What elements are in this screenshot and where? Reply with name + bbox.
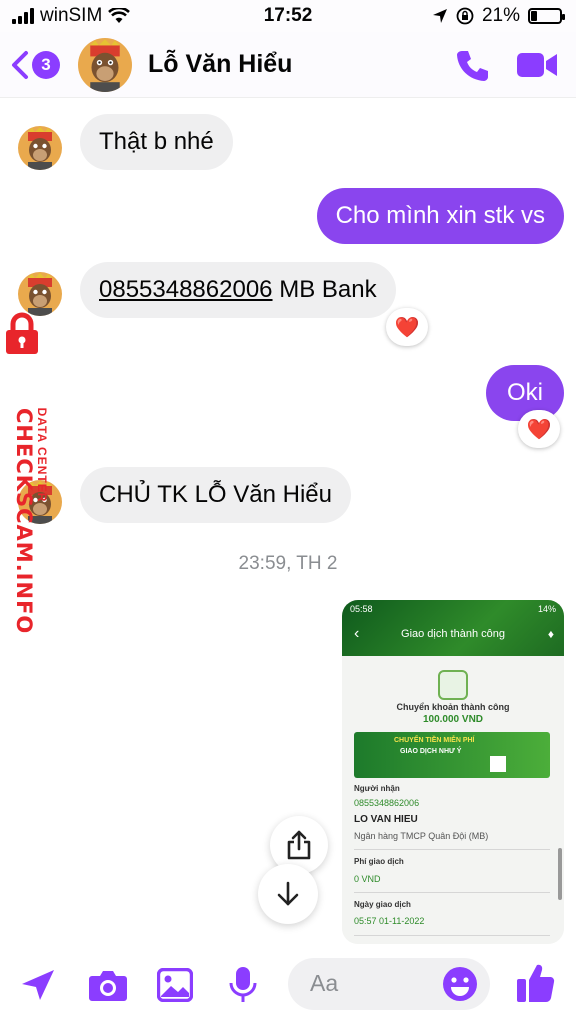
shared-image[interactable]: 05:58 14% ‹ Giao dịch thành công ♦ Chuyển… <box>342 600 564 944</box>
arrow-down-icon <box>277 881 299 906</box>
chat-header: 3 Lỗ Văn Hiểu <box>0 32 576 98</box>
recipient-label: Người nhận <box>354 784 400 793</box>
bell-icon: ♦ <box>547 627 554 641</box>
date-label: Ngày giao dịch <box>354 900 411 909</box>
heart-icon: ❤️ <box>526 418 552 441</box>
divider <box>354 849 550 850</box>
send-arrow-icon[interactable] <box>20 968 56 1002</box>
phone-icon[interactable] <box>454 48 490 84</box>
message-text: Thật b nhé <box>99 128 214 155</box>
watermark: DATA CENTER CHECKSCAM.INFO <box>0 308 64 635</box>
recipient-bank: Ngân hàng TMCP Quân Đội (MB) <box>354 831 489 841</box>
shared-image-scrollbar <box>558 848 562 900</box>
contact-name[interactable]: Lỗ Văn Hiểu <box>148 50 292 79</box>
video-camera-icon[interactable] <box>516 50 558 80</box>
transfer-amount: 100.000 VND <box>422 714 484 725</box>
date-value: 05:57 01-11-2022 <box>354 916 425 926</box>
fee-label: Phí giao dịch <box>354 857 404 866</box>
message-input[interactable] <box>310 970 430 997</box>
message-bubble-incoming[interactable]: Thật b nhé <box>80 114 233 170</box>
heart-reaction[interactable]: ❤️ <box>518 410 560 448</box>
scroll-to-bottom-button[interactable] <box>258 864 318 924</box>
orientation-lock-icon <box>456 7 474 25</box>
account-number-link[interactable]: 0855348862006 <box>99 276 273 304</box>
message-text: MB Bank <box>272 276 377 303</box>
battery-icon <box>528 8 565 24</box>
watermark-tagline: DATA CENTER <box>35 407 49 503</box>
back-chevron-icon <box>12 51 28 79</box>
emoji-icon[interactable] <box>442 966 478 1002</box>
camera-icon[interactable] <box>88 968 128 1002</box>
heart-icon: ❤️ <box>394 316 420 339</box>
shared-image-header: 05:58 14% ‹ Giao dịch thành công ♦ <box>342 600 564 656</box>
message-bubble-outgoing[interactable]: Cho mình xin stk vs <box>316 188 564 244</box>
heart-reaction[interactable]: ❤️ <box>386 308 428 346</box>
battery-percent: 21% <box>481 5 520 26</box>
message-text: CHỦ TK LỖ Văn Hiểu <box>99 481 332 508</box>
contact-avatar-small <box>18 126 62 170</box>
status-bar: winSIM 17:52 21% <box>0 0 576 32</box>
message-composer[interactable] <box>288 958 490 1010</box>
qr-code-icon <box>490 756 506 772</box>
watermark-brand: CHECKSCAM.INFO <box>12 408 36 635</box>
message-bubble-incoming[interactable]: CHỦ TK LỖ Văn Hiểu <box>80 467 351 523</box>
shared-image-time: 05:58 <box>350 604 373 614</box>
message-text: Cho mình xin stk vs <box>335 202 545 229</box>
banner-line-2: GIAO DỊCH NHƯ Ý <box>400 748 462 755</box>
receipt-icon <box>438 670 468 700</box>
fee-value: 0 VND <box>354 874 381 884</box>
lock-icon <box>6 312 38 354</box>
contact-avatar[interactable] <box>78 38 132 92</box>
gallery-icon[interactable] <box>157 968 193 1002</box>
composer-bar <box>0 948 576 1024</box>
banner-line-1: CHUYỂN TIỀN MIỄN PHÍ <box>394 737 475 744</box>
recipient-name: LO VAN HIEU <box>354 814 418 825</box>
microphone-icon[interactable] <box>228 966 258 1004</box>
shared-image-body: Chuyển khoản thành công 100.000 VND CHUY… <box>342 656 564 944</box>
unread-count-badge: 3 <box>32 51 60 79</box>
thumbs-up-icon[interactable] <box>516 962 556 1004</box>
message-timestamp: 23:59, TH 2 <box>238 553 338 574</box>
shared-image-battery: 14% <box>537 604 556 614</box>
transfer-success-text: Chuyển khoản thành công <box>396 702 510 712</box>
location-icon <box>432 9 447 23</box>
status-right: 21% <box>432 5 565 27</box>
divider <box>354 935 550 936</box>
recipient-account: 0855348862006 <box>354 798 420 808</box>
shared-image-title: Giao dịch thành công <box>401 628 505 640</box>
promo-banner: CHUYỂN TIỀN MIỄN PHÍ GIAO DỊCH NHƯ Ý <box>354 732 550 778</box>
back-button[interactable]: 3 <box>10 50 60 80</box>
message-text: Oki <box>507 379 543 406</box>
share-icon <box>287 830 311 860</box>
message-bubble-incoming[interactable]: 0855348862006 MB Bank <box>80 262 396 318</box>
divider <box>354 892 550 893</box>
